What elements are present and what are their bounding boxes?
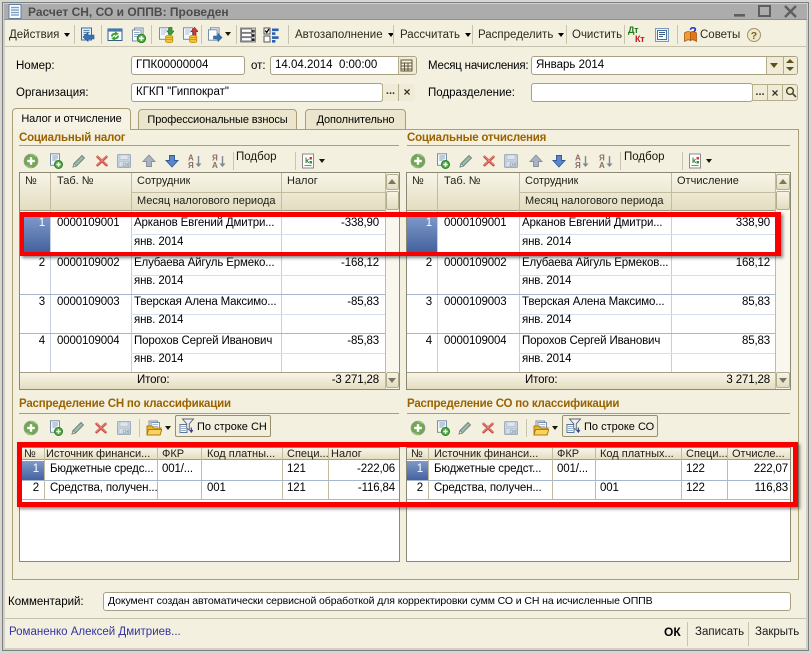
- svg-text:?: ?: [751, 30, 757, 42]
